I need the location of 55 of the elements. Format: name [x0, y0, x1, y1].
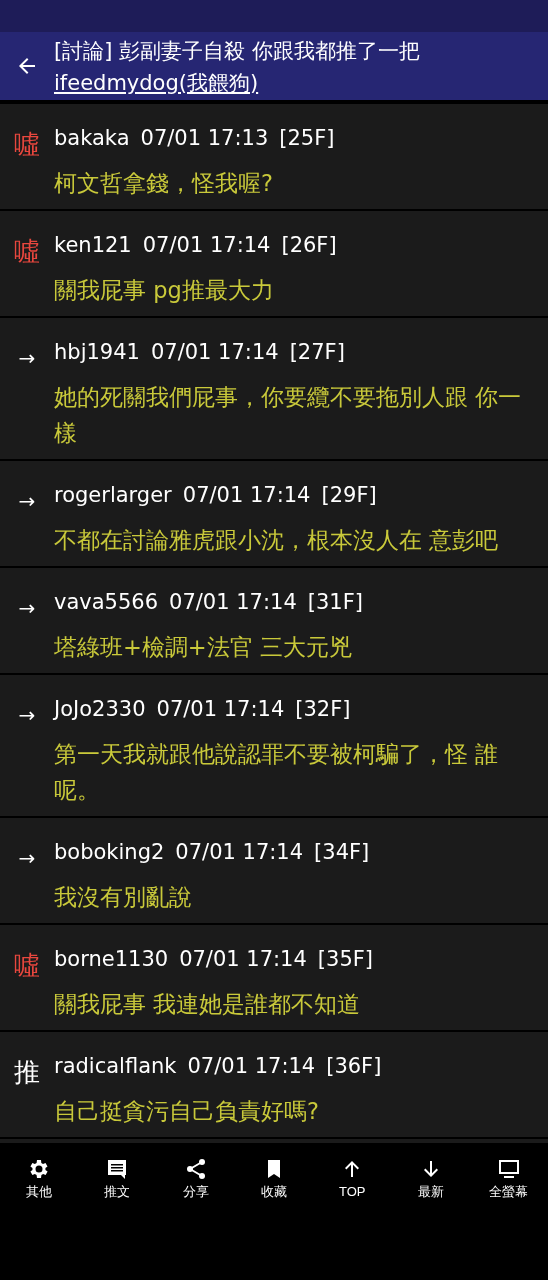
comment-tag: → [0, 840, 54, 876]
floor-number: [31F] [307, 589, 363, 616]
username: ken121 [54, 232, 132, 259]
floor-number: [32F] [295, 696, 351, 723]
toolbar-button[interactable]: 最新 [391, 1143, 470, 1202]
username: vava5566 [54, 589, 159, 616]
comment-tag: 噓 [0, 126, 54, 162]
username: hbj1941 [54, 339, 140, 366]
comment-tag: 噓 [0, 233, 54, 269]
comment-time: 07/01 17:14 [142, 232, 271, 259]
username: rogerlarger [54, 482, 172, 509]
floor-number: [36F] [326, 1053, 382, 1080]
comment-time: 07/01 17:14 [179, 946, 307, 973]
floor-number: [29F] [321, 482, 377, 509]
comment-tag: 噓 [0, 947, 54, 983]
comment-tag: → [0, 697, 54, 733]
comment-text: 塔綠班+檢調+法官 三大元兇 [54, 633, 353, 662]
comment-text: 我沒有別亂說 [54, 883, 193, 912]
comment-tag: → [0, 590, 54, 626]
comment-text: 關我屁事 pg推最大力 [54, 276, 275, 305]
toolbar-button[interactable]: 收藏 [234, 1143, 314, 1202]
floor-number: [25F] [279, 125, 335, 152]
comment-time: 07/01 17:14 [169, 589, 297, 616]
toolbar-button[interactable]: 其他 [0, 1143, 79, 1202]
post-title: [討論] 彭副妻子自殺 你跟我都推了一把 [54, 37, 420, 65]
comment-time: 07/01 17:14 [182, 482, 311, 509]
comment-time: 07/01 17:13 [140, 125, 269, 152]
toolbar-button[interactable]: 推文 [78, 1143, 157, 1202]
floor-number: [26F] [281, 232, 337, 259]
floor-number: [34F] [314, 839, 370, 866]
comment-text: 第一天我就跟他說認罪不要被柯騙了，怪 誰呢。 [54, 740, 500, 805]
username: JoJo2330 [54, 696, 146, 723]
comment-text: 她的死關我們屁事，你要纜不要拖別人跟 你一樣 [54, 383, 523, 448]
toolbar-button[interactable]: 分享 [156, 1143, 235, 1202]
toolbar-button[interactable]: 全螢幕 [469, 1143, 548, 1202]
comment-time: 07/01 17:14 [156, 696, 285, 723]
toolbar-button[interactable]: TOP [313, 1143, 392, 1202]
username: bakaka [54, 125, 130, 152]
comment-text: 關我屁事 我連她是誰都不知道 [54, 990, 362, 1019]
username: boboking2 [54, 839, 165, 866]
username: radicalflank [54, 1053, 177, 1080]
comment-time: 07/01 17:14 [187, 1053, 316, 1080]
comment-time: 07/01 17:14 [175, 839, 304, 866]
floor-number: [35F] [317, 946, 374, 973]
comment-text: 柯文哲拿錢，怪我喔? [54, 169, 274, 198]
username: borne1130 [54, 946, 169, 973]
author-link[interactable]: ifeedmydog(我餵狗) [54, 67, 259, 98]
comment-tag: 推 [0, 1054, 54, 1090]
comment-time: 07/01 17:14 [150, 339, 279, 366]
comment-text: 不都在討論雅虎跟小沈，根本沒人在 意彭吧 [54, 526, 500, 555]
monitor-icon [496, 1157, 521, 1181]
comment-text: 自己挺貪污自己負責好嗎? [54, 1097, 320, 1126]
comment-tag: → [0, 483, 54, 519]
comment-tag: → [0, 340, 54, 376]
floor-number: [27F] [289, 339, 345, 366]
